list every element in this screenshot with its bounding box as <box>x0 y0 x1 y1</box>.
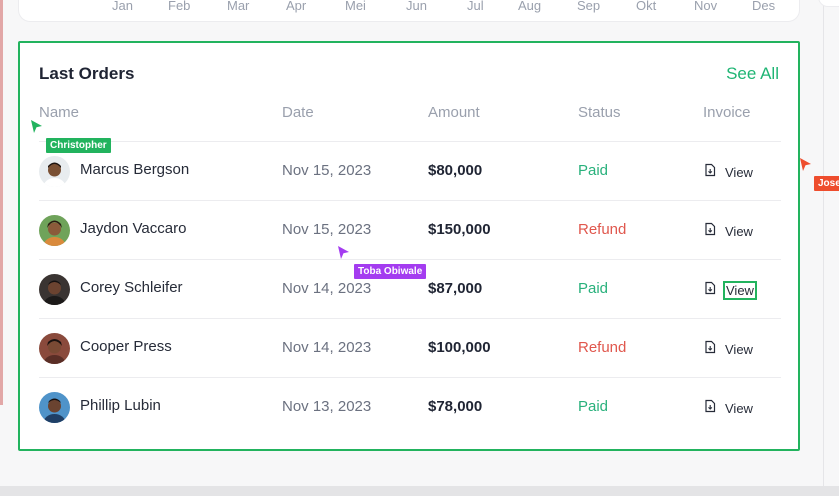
cursor-arrow-icon <box>31 120 42 133</box>
x-tick-label: Feb <box>168 0 191 13</box>
card-title: Last Orders <box>39 64 135 83</box>
table-row[interactable]: Cooper Press Nov 14, 2023 $100,000 Refun… <box>39 318 781 377</box>
status-badge: Refund <box>578 339 627 356</box>
view-invoice-label: View <box>725 400 753 416</box>
view-invoice-label: View <box>725 164 753 180</box>
view-invoice-button[interactable]: View <box>703 397 755 419</box>
view-invoice-button[interactable]: View <box>703 338 755 360</box>
order-date: Nov 14, 2023 <box>282 339 372 356</box>
view-invoice-button[interactable]: View <box>703 220 755 242</box>
view-invoice-button[interactable]: View <box>703 279 757 301</box>
document-download-icon <box>703 281 717 300</box>
table-row[interactable]: Phillip Lubin Nov 13, 2023 $78,000 Paid … <box>39 377 781 436</box>
column-header-name: Name <box>39 104 80 121</box>
order-amount: $80,000 <box>428 162 483 179</box>
customer-name: Phillip Lubin <box>80 397 161 414</box>
status-badge: Refund <box>578 221 627 238</box>
x-tick-label: Aug <box>518 0 542 13</box>
view-invoice-label: View <box>725 341 753 357</box>
customer-name: Cooper Press <box>80 338 172 355</box>
avatar <box>39 156 70 187</box>
x-tick-label: Jul <box>467 0 484 13</box>
column-header-invoice: Invoice <box>703 104 751 121</box>
collaborator-name-tag: Christopher <box>46 138 111 153</box>
status-badge: Paid <box>578 398 609 415</box>
table-row[interactable]: Jaydon Vaccaro Nov 15, 2023 $150,000 Ref… <box>39 200 781 259</box>
order-date: Nov 15, 2023 <box>282 221 372 238</box>
document-download-icon <box>703 340 717 359</box>
see-all-link[interactable]: See All <box>726 64 779 84</box>
cursor-arrow-icon <box>800 158 811 171</box>
right-divider <box>823 0 824 486</box>
view-invoice-label: View <box>725 223 753 239</box>
table-row[interactable]: Marcus Bergson Nov 15, 2023 $80,000 Paid… <box>39 141 781 200</box>
avatar <box>39 215 70 246</box>
order-amount: $87,000 <box>428 280 483 297</box>
avatar <box>39 274 70 305</box>
order-date: Nov 14, 2023 <box>282 280 372 297</box>
left-edge-strip <box>0 0 3 405</box>
status-badge: Paid <box>578 162 609 179</box>
customer-name: Jaydon Vaccaro <box>80 220 187 237</box>
document-download-icon <box>703 163 717 182</box>
x-tick-label: Jun <box>406 0 427 13</box>
customer-name: Marcus Bergson <box>80 161 190 178</box>
document-download-icon <box>703 399 717 418</box>
x-tick-label: Mar <box>227 0 250 13</box>
x-tick-label: Nov <box>694 0 718 13</box>
bottom-scroll-area <box>0 486 839 496</box>
collaborator-name-tag: Jose <box>814 176 839 191</box>
x-tick-label: Jan <box>112 0 133 13</box>
order-amount: $78,000 <box>428 398 483 415</box>
collaborator-name-tag: Toba Obiwale <box>354 264 427 279</box>
view-invoice-button[interactable]: View <box>703 161 755 183</box>
order-date: Nov 13, 2023 <box>282 398 372 415</box>
order-date: Nov 15, 2023 <box>282 162 372 179</box>
view-invoice-label: View <box>723 280 757 300</box>
avatar <box>39 333 70 364</box>
document-download-icon <box>703 222 717 241</box>
order-amount: $150,000 <box>428 221 491 238</box>
x-tick-label: Apr <box>286 0 307 13</box>
x-tick-label: Sep <box>577 0 601 13</box>
order-amount: $100,000 <box>428 339 491 356</box>
x-tick-label: Mei <box>345 0 366 13</box>
chart-x-axis: Jan Feb Mar Apr Mei Jun Jul Aug Sep Okt … <box>19 0 799 21</box>
status-badge: Paid <box>578 280 609 297</box>
column-header-amount: Amount <box>428 104 480 121</box>
side-card-fragment <box>818 0 839 7</box>
x-tick-label: Des <box>752 0 776 13</box>
avatar <box>39 392 70 423</box>
last-orders-card: Last Orders See All Name Date Amount Sta… <box>18 41 800 451</box>
x-tick-label: Okt <box>636 0 657 13</box>
cursor-arrow-icon <box>338 246 349 259</box>
column-header-date: Date <box>282 104 314 121</box>
revenue-chart-card: Jan Feb Mar Apr Mei Jun Jul Aug Sep Okt … <box>18 0 800 22</box>
column-header-status: Status <box>578 104 621 121</box>
customer-name: Corey Schleifer <box>80 279 183 296</box>
